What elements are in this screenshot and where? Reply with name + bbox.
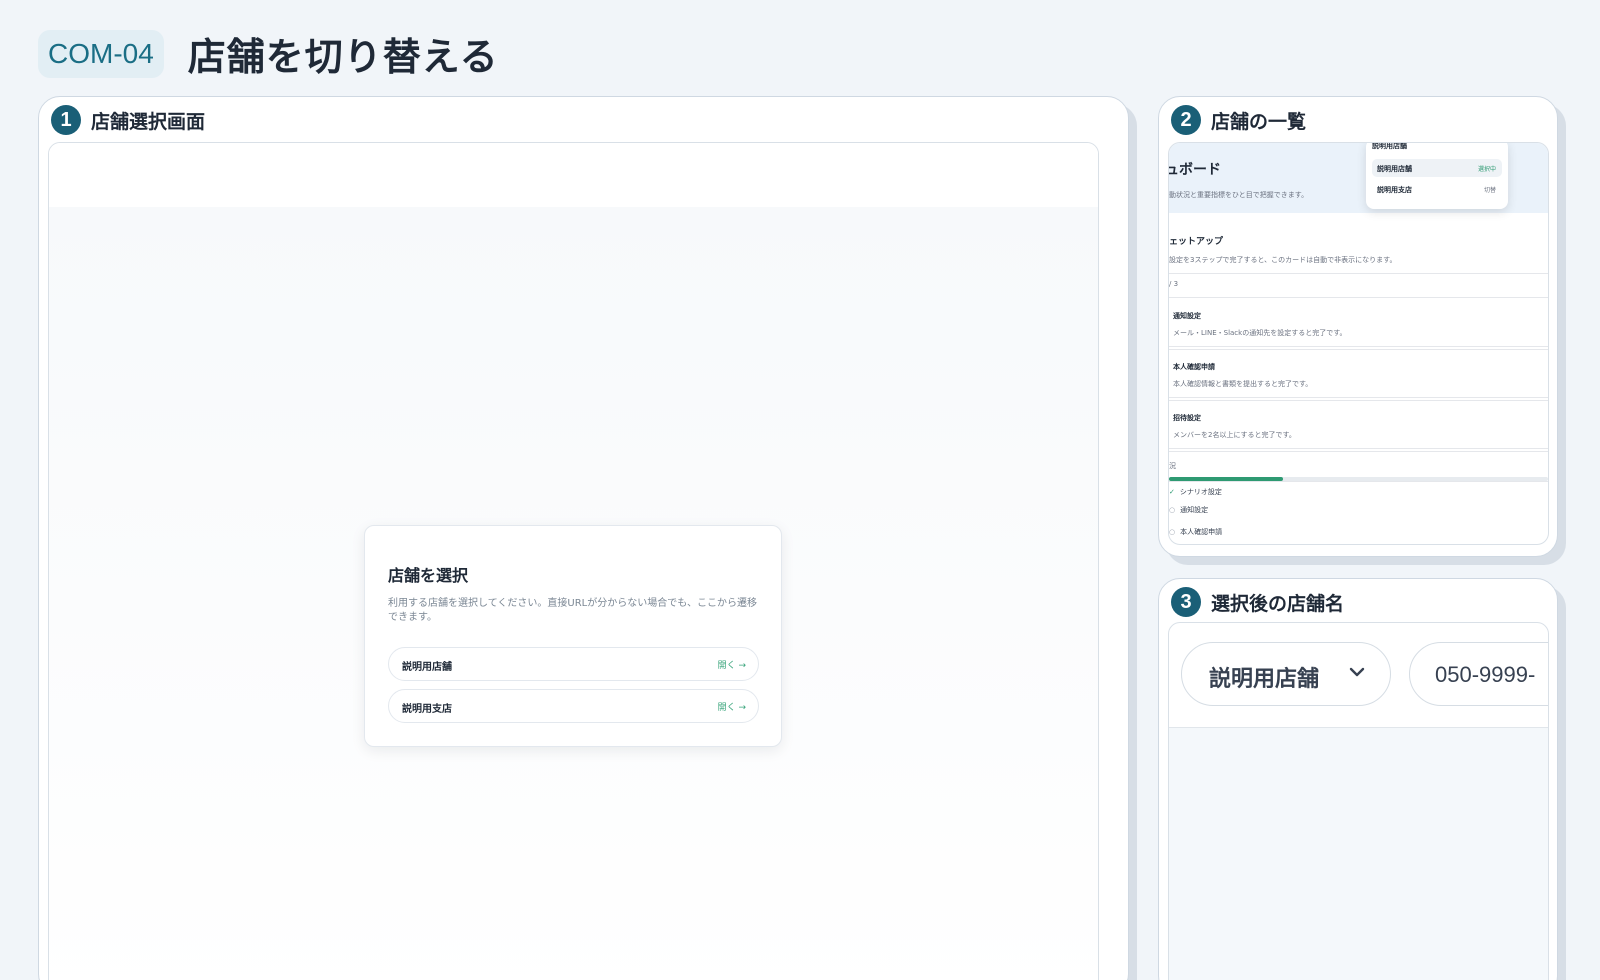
- store-dropdown-menu: 説明用店舗 説明用店舗 選択中 説明用支店 切替: [1366, 142, 1508, 209]
- page-title: 店舗を切り替える: [187, 35, 499, 79]
- checklist-label: シナリオ設定: [1179, 488, 1222, 496]
- setup-description: 設定を3ステップで完了すると、このカードは自動で非表示になります。: [1169, 256, 1397, 264]
- dropdown-item[interactable]: 説明用店舗 選択中: [1372, 159, 1502, 177]
- task-description: メンバーを2名以上にすると完了です。: [1173, 431, 1296, 439]
- check-icon: ✓: [1169, 488, 1175, 496]
- divider: [1169, 346, 1548, 347]
- panel-title: 選択後の店舗名: [1211, 592, 1345, 615]
- store-select-description: 利用する店舗を選択してください。直接URLが分からない場合でも、ここから遷移でき…: [388, 598, 757, 623]
- divider: [1169, 451, 1548, 452]
- phone-number: 050-9999-: [1435, 662, 1536, 687]
- dropdown-item-status: 選択中: [1477, 166, 1496, 173]
- pending-icon: ○: [1169, 528, 1176, 536]
- task-title[interactable]: 本人確認申請: [1173, 362, 1215, 372]
- task-title[interactable]: 通知設定: [1173, 311, 1201, 321]
- chevron-down-icon: [1348, 662, 1366, 686]
- divider: [1169, 400, 1548, 401]
- store-switcher-button[interactable]: 説明用店舗: [1181, 642, 1391, 706]
- divider: [1169, 448, 1548, 449]
- panel-title: 店舗選択画面: [91, 110, 206, 133]
- store-option-name: 説明用店舗: [402, 662, 452, 673]
- pending-icon: ○: [1169, 506, 1176, 514]
- panel-header: 1 店舗選択画面: [51, 105, 205, 135]
- divider: [1169, 481, 1548, 482]
- dropdown-item-status: 切替: [1483, 187, 1496, 194]
- task-title[interactable]: 招待設定: [1173, 413, 1201, 423]
- step-number-badge: 3: [1171, 587, 1201, 617]
- selected-store-name: 説明用店舗: [1209, 667, 1320, 692]
- dropdown-item-name: 説明用店舗: [1377, 165, 1412, 173]
- dropdown-item-name: 説明用支店: [1377, 186, 1412, 194]
- checklist-item: ○ 通知設定: [1169, 505, 1208, 515]
- panel-title: 店舗の一覧: [1211, 110, 1307, 133]
- screenshot-frame: 店舗を選択 利用する店舗を選択してください。直接URLが分からない場合でも、ここ…: [48, 142, 1099, 980]
- checklist-item: ○ 本人確認申請: [1169, 527, 1222, 537]
- screen-code-badge: COM-04: [38, 29, 164, 78]
- dashboard-title: ュボード: [1168, 162, 1221, 178]
- screenshot-frame: 説明用店舗 050-9999-: [1168, 622, 1549, 980]
- open-store-link[interactable]: 開く →: [718, 700, 746, 713]
- setup-title: ェットアップ: [1169, 237, 1224, 247]
- screenshot-frame: ュボード 動状況と重要指標をひと目で把握できます。 説明用店舗 説明用店舗 選択…: [1168, 142, 1549, 545]
- panel-selected-store-name: 3 選択後の店舗名 説明用店舗 050-9999-: [1158, 578, 1558, 980]
- divider: [1169, 297, 1548, 298]
- store-select-title: 店舗を選択: [388, 566, 469, 585]
- panel-header: 3 選択後の店舗名: [1171, 587, 1344, 617]
- dropdown-header: 説明用店舗: [1372, 142, 1407, 150]
- app-body: 店舗を選択 利用する店舗を選択してください。直接URLが分からない場合でも、ここ…: [49, 207, 1098, 980]
- step-number-badge: 2: [1171, 105, 1201, 135]
- dropdown-item[interactable]: 説明用支店 切替: [1372, 180, 1502, 198]
- divider: [1169, 349, 1548, 350]
- panel-store-list: 2 店舗の一覧 ュボード 動状況と重要指標をひと目で把握できます。 説明用店舗 …: [1158, 96, 1558, 557]
- store-option-name: 説明用支店: [402, 704, 452, 715]
- progress-label: 況: [1169, 462, 1176, 470]
- app-top-bar: [49, 143, 1098, 207]
- app-body: [1169, 728, 1548, 980]
- step-number-badge: 1: [51, 105, 81, 135]
- divider: [1169, 273, 1548, 274]
- store-select-card: 店舗を選択 利用する店舗を選択してください。直接URLが分からない場合でも、ここ…: [364, 525, 782, 747]
- page-header: COM-04 店舗を切り替える: [38, 26, 499, 81]
- dashboard-subtitle: 動状況と重要指標をひと目で把握できます。: [1169, 191, 1309, 199]
- setup-count: / 3: [1169, 280, 1179, 288]
- task-description: メール・LINE・Slackの通知先を設定すると完了です。: [1173, 329, 1347, 337]
- phone-number-badge: 050-9999-: [1409, 642, 1548, 706]
- open-store-link[interactable]: 開く →: [718, 658, 746, 671]
- store-option-row[interactable]: 説明用支店 開く →: [388, 689, 759, 723]
- checklist-label: 通知設定: [1180, 506, 1209, 514]
- panel-store-select-screen: 1 店舗選択画面 店舗を選択 利用する店舗を選択してください。直接URLが分から…: [38, 96, 1129, 980]
- checklist-item: ✓ シナリオ設定: [1169, 487, 1222, 497]
- task-description: 本人確認情報と書類を提出すると完了です。: [1173, 380, 1313, 388]
- store-option-row[interactable]: 説明用店舗 開く →: [388, 647, 759, 681]
- divider: [1169, 397, 1548, 398]
- checklist-label: 本人確認申請: [1180, 528, 1223, 536]
- panel-header: 2 店舗の一覧: [1171, 105, 1306, 135]
